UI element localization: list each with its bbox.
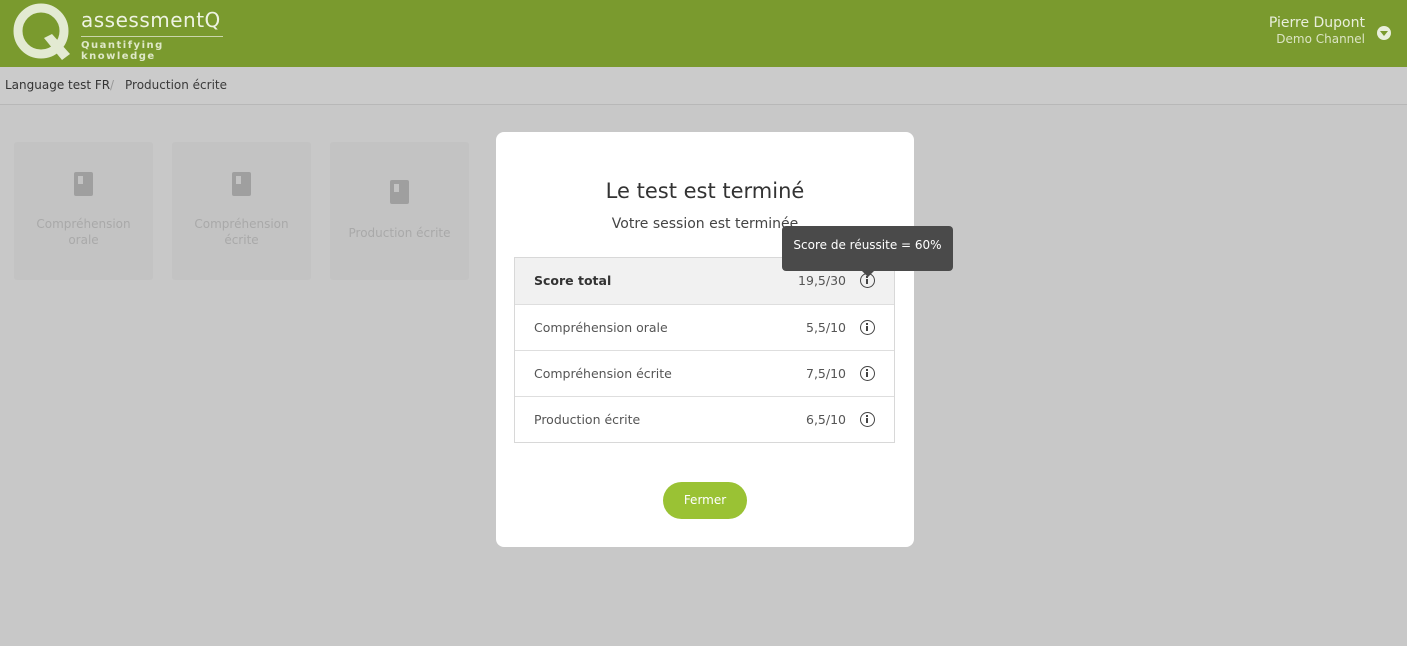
book-icon [232, 172, 251, 196]
user-name[interactable]: Pierre Dupont [1269, 15, 1365, 32]
breadcrumb: Language test FR / Production écrite [0, 67, 1407, 105]
row-score: 6,5/10 [806, 412, 846, 427]
book-icon [390, 180, 409, 204]
score-table: Score total 19,5/30 Compréhension orale … [514, 257, 895, 443]
card-label: Compréhension écrite [194, 217, 289, 247]
book-icon [74, 172, 93, 196]
card-comprehension-ecrite[interactable]: Compréhension écrite [172, 142, 311, 280]
card-comprehension-orale[interactable]: Compréhension orale [14, 142, 153, 280]
breadcrumb-item-current: Production écrite [125, 78, 227, 92]
card-production-ecrite[interactable]: Production écrite [330, 142, 469, 280]
card-label: Compréhension orale [36, 217, 131, 247]
modal-title: Le test est terminé [605, 179, 805, 203]
row-score: 7,5/10 [806, 366, 846, 381]
table-row: Compréhension écrite 7,5/10 [515, 350, 894, 396]
info-icon[interactable] [860, 366, 875, 381]
breadcrumb-separator: / [110, 78, 115, 92]
row-label: Compréhension écrite [534, 366, 672, 381]
chevron-down-icon[interactable] [1377, 26, 1391, 40]
info-icon[interactable] [860, 412, 875, 427]
row-label: Score total [534, 273, 612, 288]
user-menu[interactable]: Pierre Dupont Demo Channel [1269, 15, 1365, 46]
table-row: Production écrite 6,5/10 [515, 396, 894, 442]
close-button[interactable]: Fermer [663, 482, 747, 519]
card-label: Production écrite [348, 226, 451, 240]
brand-tagline: Quantifying knowledge [81, 36, 223, 62]
row-label: Production écrite [534, 412, 641, 427]
brand-name: assessmentQ [81, 8, 221, 32]
score-tooltip: Score de réussite = 60% [782, 226, 953, 277]
table-row: Compréhension orale 5,5/10 [515, 304, 894, 350]
user-channel[interactable]: Demo Channel [1269, 32, 1365, 46]
breadcrumb-item-test[interactable]: Language test FR [5, 78, 110, 92]
row-label: Compréhension orale [534, 320, 668, 335]
info-icon[interactable] [860, 320, 875, 335]
top-header: assessmentQ Quantifying knowledge Pierre… [0, 0, 1407, 67]
results-modal: Le test est terminé Votre session est te… [496, 132, 914, 547]
q-logo-icon[interactable] [12, 2, 72, 62]
row-score: 19,5/30 [798, 273, 846, 288]
row-score: 5,5/10 [806, 320, 846, 335]
brand: assessmentQ Quantifying knowledge [81, 8, 223, 62]
